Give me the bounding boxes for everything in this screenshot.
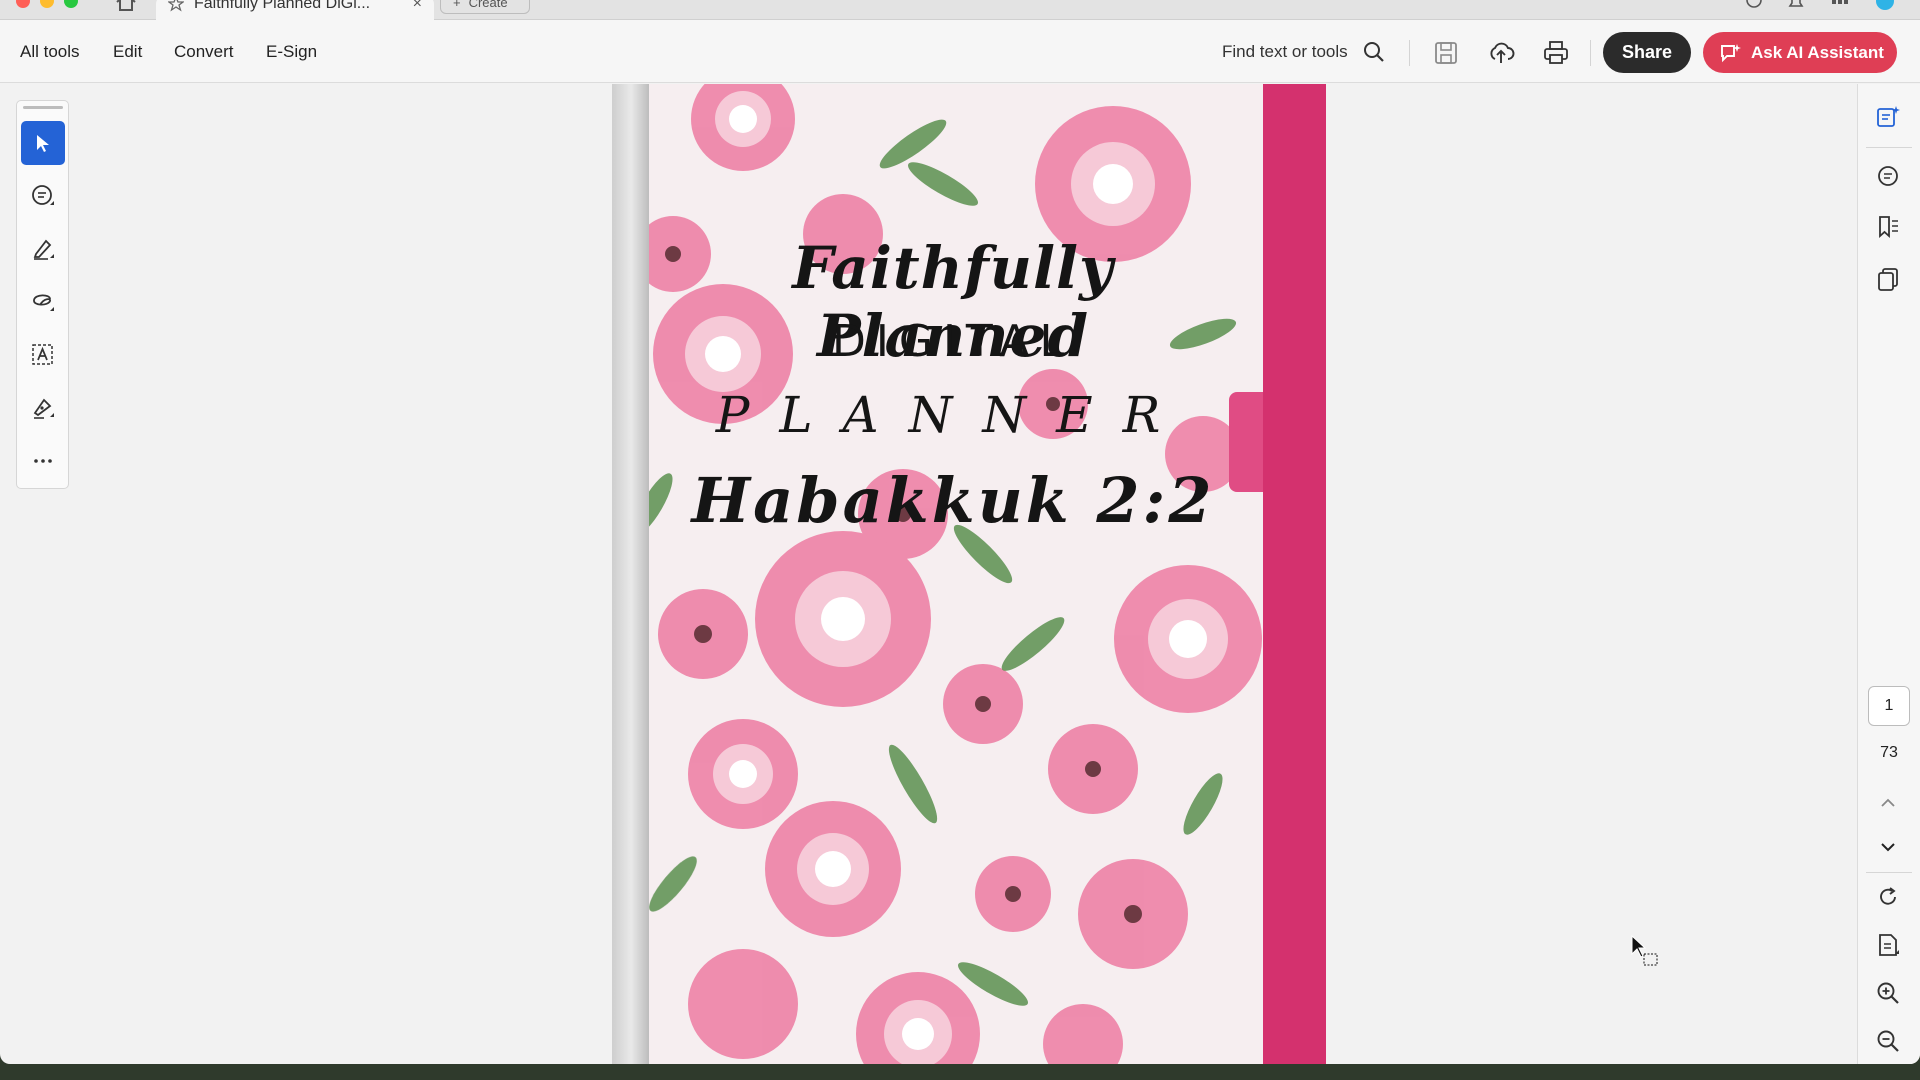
cover-title-line3: PLANNER [715, 386, 1191, 444]
toolbar-divider [1590, 40, 1591, 66]
ai-assistant-icon [1721, 43, 1741, 62]
find-text-or-tools[interactable]: Find text or tools [1222, 42, 1348, 62]
rail-divider [1866, 872, 1912, 873]
text-select-icon [32, 344, 53, 365]
mouse-cursor-icon [1631, 934, 1658, 966]
binder-rings [613, 84, 649, 1064]
menu-bar: All tools Edit Convert E-Sign Find text … [0, 20, 1920, 83]
ai-summary-icon[interactable] [1875, 104, 1901, 130]
plus-icon: + [453, 0, 461, 10]
text-tool[interactable] [21, 333, 65, 377]
current-page-input[interactable]: 1 [1868, 686, 1910, 726]
zoom-out-icon[interactable] [1875, 1028, 1901, 1054]
bookmarks-icon[interactable] [1875, 214, 1901, 240]
minimize-window-icon[interactable] [40, 0, 54, 8]
rail-divider [1866, 147, 1912, 148]
select-tool[interactable] [21, 121, 65, 165]
cover-title-line2: DIGITAL [831, 316, 1074, 367]
sign-pen-icon [33, 398, 54, 419]
document-page[interactable]: Faithfully Planned DIGITAL PLANNER Habak… [612, 84, 1326, 1064]
search-icon[interactable] [1362, 40, 1386, 64]
chevron-up-icon[interactable] [1875, 790, 1901, 816]
highlight-tool[interactable] [21, 227, 65, 271]
right-rail: 1 73 [1857, 84, 1920, 1064]
ask-ai-assistant-button[interactable]: Ask AI Assistant [1703, 32, 1897, 73]
page-thumbnails-icon[interactable] [1875, 266, 1901, 292]
create-tab-label: Create [468, 0, 508, 10]
zoom-in-icon[interactable] [1875, 980, 1901, 1006]
create-tab-button[interactable]: + Create [440, 0, 530, 14]
close-window-icon[interactable] [16, 0, 30, 8]
share-button[interactable]: Share [1603, 32, 1691, 73]
quick-tools-panel [16, 100, 69, 489]
close-tab-icon[interactable]: × [413, 0, 422, 13]
acrobat-window: Faithfully Planned DiGi... × + Create Al… [0, 0, 1920, 1064]
cover-verse: Habakkuk 2:2 [691, 464, 1215, 537]
help-icon[interactable] [1744, 0, 1764, 10]
floral-cover-pattern [613, 84, 1326, 1064]
save-icon[interactable] [1432, 39, 1460, 67]
tab-strip: Faithfully Planned DiGi... × + Create [0, 0, 1920, 20]
more-tools[interactable] [21, 439, 65, 483]
total-pages: 73 [1880, 744, 1898, 761]
rotate-icon[interactable] [1875, 884, 1901, 910]
comment-tool[interactable] [21, 174, 65, 218]
cover-side-tab [1263, 84, 1326, 1064]
notification-bell-icon[interactable] [1786, 0, 1806, 10]
menu-convert[interactable]: Convert [174, 42, 234, 62]
print-icon[interactable] [1542, 39, 1570, 67]
add-comment-icon [32, 185, 54, 205]
toolbar-divider [1409, 40, 1410, 66]
star-icon[interactable] [168, 0, 184, 12]
user-avatar[interactable] [1876, 0, 1894, 10]
ask-ai-label: Ask AI Assistant [1751, 42, 1884, 62]
maximize-window-icon[interactable] [64, 0, 78, 8]
apps-grid-icon[interactable] [1830, 0, 1850, 10]
lasso-draw-icon [33, 294, 54, 311]
share-label: Share [1621, 42, 1673, 62]
select-tool-icon [37, 135, 49, 152]
more-tools-icon [34, 459, 52, 463]
sign-tool[interactable] [21, 386, 65, 430]
draw-tool[interactable] [21, 280, 65, 324]
comments-icon[interactable] [1875, 164, 1901, 190]
page-fit-icon[interactable] [1875, 932, 1901, 958]
tab-title: Faithfully Planned DiGi... [194, 0, 371, 12]
highlight-pen-icon [33, 239, 54, 260]
home-icon[interactable] [114, 0, 138, 12]
menu-all-tools[interactable]: All tools [20, 42, 80, 62]
upload-cloud-icon[interactable] [1487, 39, 1515, 67]
tab-document[interactable]: Faithfully Planned DiGi... × [156, 0, 434, 20]
current-page-number: 1 [1884, 697, 1894, 714]
menu-edit[interactable]: Edit [113, 42, 142, 62]
menu-esign[interactable]: E-Sign [266, 42, 317, 62]
chevron-down-icon[interactable] [1875, 834, 1901, 860]
panel-grip[interactable] [23, 106, 63, 109]
